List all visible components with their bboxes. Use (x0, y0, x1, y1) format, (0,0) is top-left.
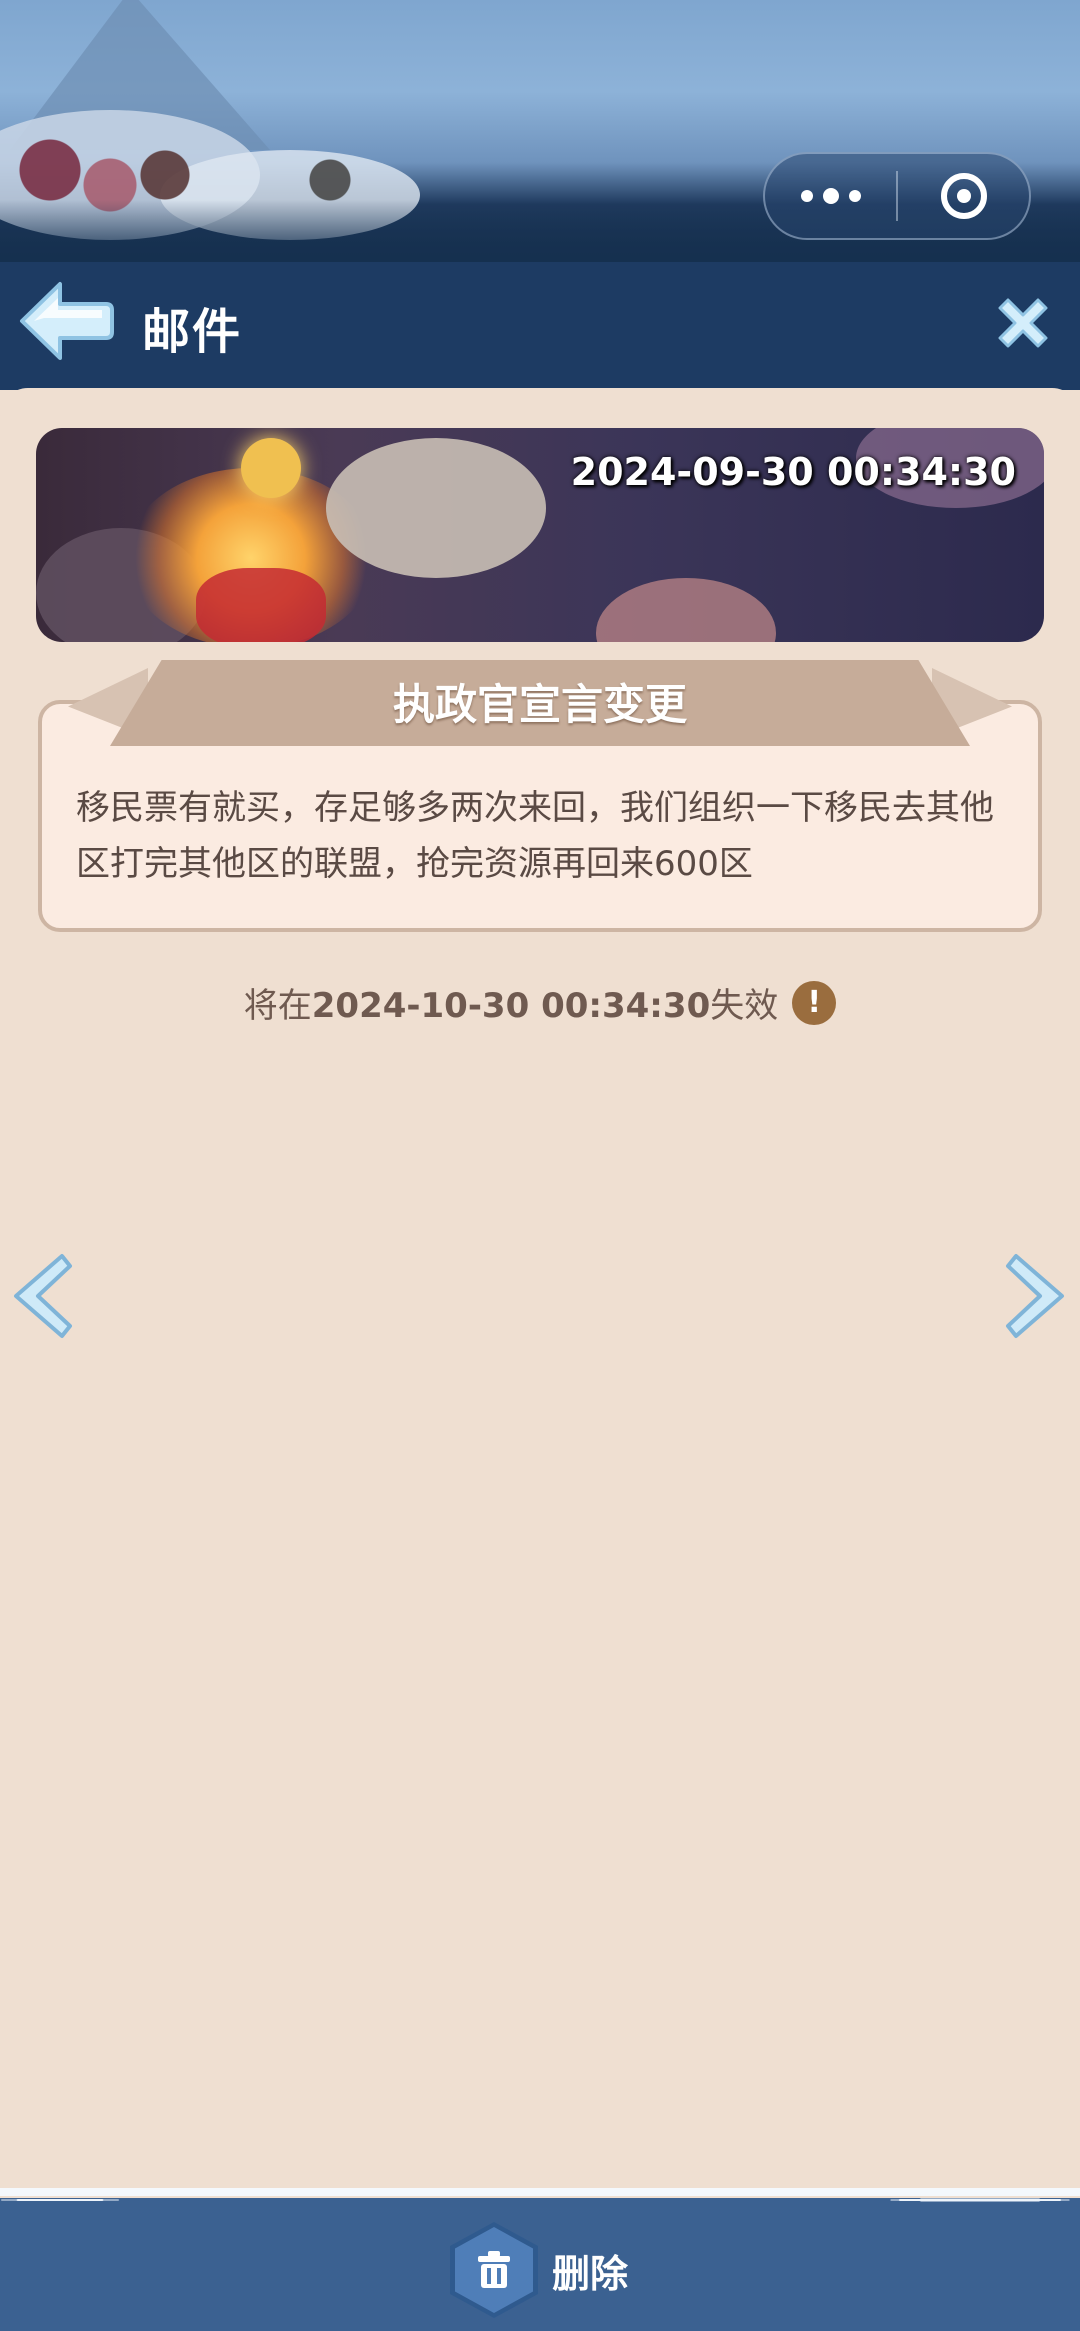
back-arrow-icon (20, 282, 114, 360)
close-icon (998, 298, 1048, 348)
delete-label: 删除 (552, 2251, 629, 2296)
next-mail-button[interactable] (1004, 1248, 1068, 1344)
expiry-notice: 将在2024-10-30 00:34:30失效 ! (0, 978, 1080, 1027)
chevron-right-icon (1006, 1254, 1064, 1338)
snow-edge (0, 2188, 1080, 2218)
mail-banner-image: 2024-09-30 00:34:30 (36, 428, 1044, 642)
trash-icon (478, 2251, 510, 2288)
expiry-suffix: 失效 (710, 986, 779, 1026)
target-circle-icon (940, 173, 987, 219)
close-button[interactable] (990, 290, 1056, 356)
expiry-prefix: 将在 (243, 986, 312, 1026)
mail-body: 移民票有就买，存足够多两次来回，我们组织一下移民去其他区打完其他区的联盟，抢完资… (76, 788, 994, 884)
back-button[interactable] (14, 276, 114, 366)
delete-button[interactable]: 删除 (450, 2222, 650, 2318)
expiry-time: 2024-10-30 00:34:30 (311, 986, 711, 1026)
exclamation-icon[interactable]: ! (792, 980, 837, 1025)
mail-subject: 执政官宣言变更 (392, 680, 687, 729)
prev-mail-button[interactable] (10, 1248, 74, 1344)
delete-icon-frame (450, 2222, 538, 2318)
mail-panel (0, 388, 1080, 2198)
exit-button[interactable] (898, 154, 1029, 238)
page-title: 邮件 (142, 304, 243, 360)
mail-sent-time: 2024-09-30 00:34:30 (570, 450, 1016, 494)
title-bar: 邮件 (0, 262, 1080, 390)
miniprogram-capsule (763, 152, 1031, 240)
more-dots-icon (800, 188, 861, 204)
more-button[interactable] (765, 154, 896, 238)
chevron-left-icon (14, 1254, 72, 1338)
